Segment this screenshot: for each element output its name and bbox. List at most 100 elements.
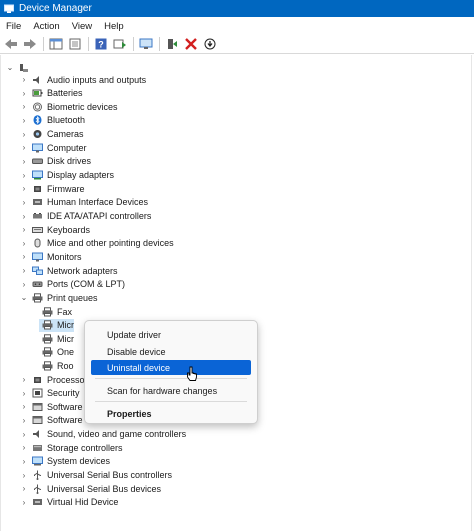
tree-category[interactable]: › Mice and other pointing devices [19,237,174,250]
tree-category[interactable]: › Security [19,387,80,400]
tree-category[interactable]: › Batteries [19,87,83,100]
chevron-right-icon[interactable]: › [19,184,29,193]
uninstall-icon[interactable] [183,36,199,52]
print-queue-item[interactable]: Roo [39,360,74,373]
chevron-right-icon[interactable]: › [19,89,29,98]
chevron-right-icon[interactable]: › [19,266,29,275]
category-label: Security [47,388,80,399]
tree-category[interactable]: › Computer [19,141,87,154]
chevron-right-icon[interactable]: › [19,75,29,84]
properties-icon[interactable] [67,36,83,52]
printer-icon [42,306,53,317]
chevron-right-icon[interactable]: › [19,157,29,166]
scan-hardware-icon[interactable] [138,36,154,52]
tree-category[interactable]: › Firmware [19,182,85,195]
properties-menu-item[interactable]: Properties [91,406,251,421]
tree-category[interactable]: › Audio inputs and outputs [19,73,146,86]
category-label: Software [47,415,83,426]
chevron-right-icon[interactable]: › [19,471,29,480]
chevron-right-icon[interactable]: › [19,430,29,439]
chevron-right-icon[interactable]: › [19,416,29,425]
chevron-right-icon[interactable]: › [19,484,29,493]
chevron-right-icon[interactable]: › [19,280,29,289]
menu-action[interactable]: Action [27,21,65,32]
chevron-down-icon[interactable]: ⌄ [19,293,29,302]
tree-category[interactable]: › Cameras [19,128,84,141]
menu-bar: File Action View Help [0,17,474,35]
back-icon[interactable] [3,36,19,52]
printer-icon [42,361,53,371]
chevron-right-icon[interactable]: › [19,102,29,111]
update-driver-icon[interactable] [112,36,128,52]
chevron-right-icon[interactable]: › [19,171,29,180]
chevron-right-icon[interactable]: › [19,389,29,398]
forward-icon[interactable] [22,36,38,52]
tree-category[interactable]: › Universal Serial Bus devices [19,482,161,495]
category-label: Ports (COM & LPT) [47,279,126,290]
print-queue-item[interactable]: Fax [39,305,72,318]
printer-icon [42,320,53,330]
update-driver-menu-item[interactable]: Update driver [91,327,251,342]
software-icon [32,415,43,425]
tree-category[interactable]: › Universal Serial Bus controllers [19,469,172,482]
category-label: Firmware [47,183,85,194]
tree-category[interactable]: › Monitors [19,250,82,263]
help-icon[interactable]: ? [93,36,109,52]
toolbar: ? [0,35,474,54]
tree-category[interactable]: › Virtual Hid Device [19,496,119,509]
tree-category[interactable]: › System devices [19,455,110,468]
category-label: Network adapters [47,265,118,276]
tree-category[interactable]: › Software [19,414,83,427]
chevron-right-icon[interactable]: › [19,252,29,261]
tree-category[interactable]: › Software [19,400,83,413]
chevron-right-icon[interactable]: › [19,239,29,248]
add-legacy-hardware-icon[interactable] [164,36,180,52]
tree-category[interactable]: › Human Interface Devices [19,196,148,209]
category-label: Bluetooth [47,115,86,126]
tree-category[interactable]: › Storage controllers [19,441,123,454]
tree-category[interactable]: › Bluetooth [19,114,85,127]
title-bar: Device Manager [0,0,474,17]
category-label: Print queues [47,292,98,303]
chevron-right-icon[interactable]: › [19,375,29,384]
chevron-right-icon[interactable]: › [19,116,29,125]
chevron-right-icon[interactable]: › [19,130,29,139]
chevron-right-icon[interactable]: › [19,212,29,221]
tree-category[interactable]: › Disk drives [19,155,91,168]
category-label: Mice and other pointing devices [47,238,174,249]
menu-view[interactable]: View [66,21,98,32]
tree-category[interactable]: › Sound, video and game controllers [19,428,186,441]
tree-category[interactable]: › IDE ATA/ATAPI controllers [19,210,152,223]
tree-category[interactable]: › Biometric devices [19,100,118,113]
chevron-right-icon[interactable]: › [19,402,29,411]
chevron-right-icon[interactable]: › [19,143,29,152]
print-queue-item[interactable]: Micr [39,318,74,332]
category-label: Universal Serial Bus devices [47,483,162,494]
chevron-right-icon[interactable]: › [19,198,29,207]
tree-category[interactable]: › Display adapters [19,169,114,182]
tree-category[interactable]: › Processo [19,373,85,386]
toolbar-separator [133,37,134,51]
disable-device-menu-item[interactable]: Disable device [91,344,251,359]
hid-icon [32,497,43,507]
tree-category[interactable]: › Network adapters [19,264,118,277]
tree-category[interactable]: › Ports (COM & LPT) [19,278,125,291]
menu-help[interactable]: Help [98,21,130,32]
print-queue-item[interactable]: One [39,346,74,359]
scan-hardware-menu-item[interactable]: Scan for hardware changes [91,383,251,398]
toolbar-separator [159,37,160,51]
chevron-right-icon[interactable]: › [19,225,29,234]
uninstall-device-menu-item[interactable]: Uninstall device [91,360,251,375]
chevron-right-icon[interactable]: › [19,498,29,507]
tree-category[interactable]: › Keyboards [19,223,90,236]
monitor-icon [32,143,43,153]
chevron-down-icon[interactable]: ⌄ [5,63,15,72]
show-hide-console-tree-icon[interactable] [48,36,64,52]
chevron-right-icon[interactable]: › [19,457,29,466]
disable-icon[interactable] [202,36,218,52]
print-queue-item[interactable]: Micr [39,332,74,345]
menu-file[interactable]: File [0,21,27,32]
chevron-right-icon[interactable]: › [19,443,29,452]
chip-icon [32,184,43,194]
tree-category[interactable]: ⌄ Print queues [19,291,98,304]
